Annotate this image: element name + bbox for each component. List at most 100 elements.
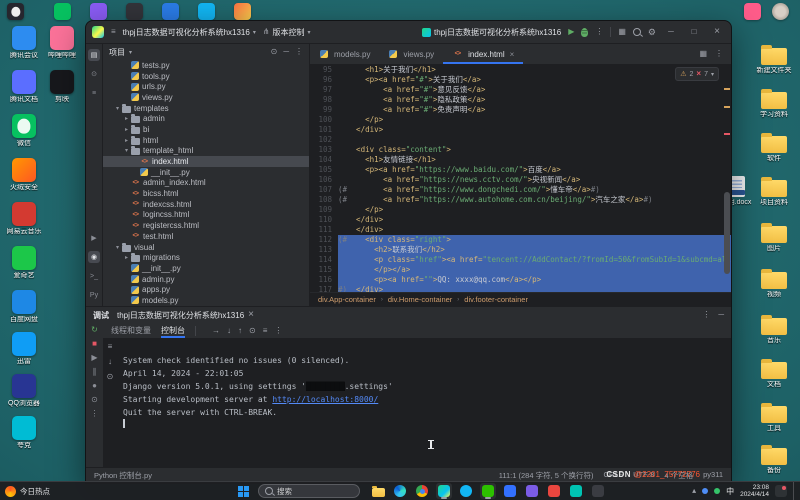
desktop-folder[interactable]: 视频 [754, 268, 794, 299]
resume-icon[interactable]: ▶ [91, 354, 97, 362]
tree-item[interactable]: index.html [103, 156, 309, 167]
breakpoints-icon[interactable]: ● [92, 382, 97, 390]
app-icon[interactable] [524, 483, 540, 499]
layout-icon[interactable] [618, 28, 626, 36]
debug-tab[interactable]: 线程和变量 [111, 323, 151, 338]
tree-item[interactable]: ▸bi [103, 124, 309, 135]
tree-item[interactable]: registercss.html [103, 220, 309, 231]
desktop-shortcut[interactable]: QQ浏览器 [4, 374, 44, 408]
clear-icon[interactable]: ⊙ [107, 373, 114, 381]
desktop-shortcut[interactable]: 哔哩哔哩 [42, 26, 82, 60]
tray-expand-icon[interactable] [692, 487, 696, 495]
step-into-icon[interactable]: ↓ [227, 327, 231, 335]
editor-tab[interactable]: views.py [379, 44, 443, 64]
step-out-icon[interactable]: ↑ [238, 327, 242, 335]
code-line[interactable]: 101 </div> [310, 125, 731, 135]
vcs-widget[interactable]: 版本控制 [263, 27, 311, 38]
debug-button[interactable] [581, 28, 588, 37]
desktop-folder[interactable]: 工具 [754, 402, 794, 433]
desktop-folder[interactable]: 项目资料 [754, 176, 794, 207]
desktop-shortcut[interactable]: 夸克 [4, 416, 44, 450]
panel-options-icon[interactable] [702, 311, 710, 319]
editor-scrollbar[interactable] [724, 65, 730, 292]
tree-item[interactable]: apps.py [103, 284, 309, 295]
code-line[interactable]: 104 <h1>友情链接</h1> [310, 155, 731, 165]
breadcrumb-item[interactable]: div.Home-container [388, 295, 452, 304]
breadcrumb-item[interactable]: div.footer-container [464, 295, 528, 304]
run-config-widget[interactable]: thpj日志数据可视化分析系统hx1316 [422, 27, 561, 38]
desktop-folder[interactable]: 新建文件夹 [754, 44, 794, 75]
chevron-down-icon[interactable] [129, 48, 132, 56]
project-widget[interactable]: thpj日志数据可视化分析系统hx1316 [123, 27, 256, 38]
tree-item[interactable]: admin_index.html [103, 178, 309, 189]
panel-options-icon[interactable] [295, 48, 303, 56]
app-icon[interactable] [90, 3, 107, 20]
tray-app-icon[interactable] [714, 488, 720, 494]
code-line[interactable]: 97 <a href="#">意见反馈</a> [310, 85, 731, 95]
code-line[interactable]: 98 <a href="#">隐私政策</a> [310, 95, 731, 105]
explorer-icon[interactable] [370, 483, 386, 499]
code-editor[interactable]: 95 <h1>关于我们</h1>96 <p><a href="#">关于我们</… [310, 65, 731, 292]
desktop-folder[interactable]: 图片 [754, 222, 794, 253]
code-line[interactable]: 109 </p> [310, 205, 731, 215]
inspection-widget[interactable]: 2 7 [675, 67, 719, 81]
status-item[interactable]: py311 [703, 470, 723, 481]
input-language[interactable]: 中 [726, 486, 734, 497]
run-icon[interactable]: ▶ [88, 232, 100, 244]
close-session-icon[interactable] [248, 310, 254, 320]
desktop-folder[interactable]: 备份 [754, 444, 794, 475]
app-icon[interactable] [590, 483, 606, 499]
mute-breakpoints-icon[interactable]: ⊙ [91, 396, 98, 404]
code-line[interactable]: 112(# <div class="right"> [310, 235, 731, 245]
app-icon[interactable] [744, 3, 761, 20]
code-line[interactable]: 95 <h1>关于我们</h1> [310, 65, 731, 75]
desktop-shortcut[interactable]: 微信 [4, 114, 44, 148]
qq-icon[interactable] [7, 3, 24, 20]
debug-session-tab[interactable]: thpj日志数据可视化分析系统hx1316 [117, 310, 254, 321]
main-menu-icon[interactable] [111, 28, 116, 36]
settings-gear-icon[interactable] [648, 28, 656, 37]
taskbar-search[interactable]: 搜索 [258, 484, 360, 498]
tree-item[interactable]: urls.py [103, 81, 309, 92]
code-line[interactable]: 107(# <a href="https://www.dongchedi.com… [310, 185, 731, 195]
hide-panel-icon[interactable] [718, 311, 724, 319]
desktop-folder[interactable]: 文档 [754, 358, 794, 389]
step-over-icon[interactable]: → [212, 327, 220, 335]
status-item[interactable]: 111:1 (284 字符, 5 个换行符) [499, 470, 594, 481]
pause-icon[interactable]: ∥ [93, 368, 97, 376]
code-line[interactable]: 103 <div class="content"> [310, 145, 731, 155]
code-line[interactable]: 96 <p><a href="#">关于我们</a> [310, 75, 731, 85]
tree-item[interactable]: views.py [103, 92, 309, 103]
chrome-icon[interactable] [414, 483, 430, 499]
tab-options-icon[interactable] [715, 50, 723, 58]
app-icon[interactable] [546, 483, 562, 499]
tree-item[interactable]: admin.py [103, 274, 309, 285]
tray-app-icon[interactable] [702, 488, 708, 494]
code-line[interactable]: 116 <p><a href="">QQ: xxxx@qq.com</a></p… [310, 275, 731, 285]
code-line[interactable]: 115 </p></a> [310, 265, 731, 275]
code-line[interactable]: 99 <a href="#">免责声明</a> [310, 105, 731, 115]
scroll-to-end-icon[interactable]: ↓ [108, 358, 112, 366]
desktop-shortcut[interactable]: 百度网盘 [4, 290, 44, 324]
rerun-icon[interactable]: ↻ [91, 326, 98, 334]
app-icon[interactable] [234, 3, 251, 20]
tim-icon[interactable] [198, 3, 215, 20]
more-icon[interactable]: ⋮ [91, 410, 99, 418]
view-options-icon[interactable]: ≡ [263, 327, 268, 335]
notification-icon[interactable] [775, 485, 787, 497]
tree-item[interactable]: ▸html [103, 135, 309, 146]
desktop-shortcut[interactable]: 网易云音乐 [4, 202, 44, 236]
commit-icon[interactable]: ⊙ [88, 68, 100, 80]
locate-file-icon[interactable] [271, 48, 278, 56]
desktop-folder[interactable]: 学习资料 [754, 88, 794, 119]
structure-icon[interactable]: ≡ [88, 87, 100, 99]
breadcrumb-item[interactable]: div.App-container [318, 295, 376, 304]
collapse-all-icon[interactable] [283, 48, 289, 56]
code-line[interactable]: 117#) </div> [310, 285, 731, 292]
show-desktop-button[interactable] [793, 482, 796, 500]
tree-item[interactable]: models.py [103, 295, 309, 306]
desktop-shortcut[interactable]: 火绒安全 [4, 158, 44, 192]
editor-tab[interactable]: index.html× [443, 44, 523, 64]
console-link[interactable]: http://localhost:8000/ [272, 395, 378, 404]
minimize-button[interactable] [663, 28, 679, 36]
